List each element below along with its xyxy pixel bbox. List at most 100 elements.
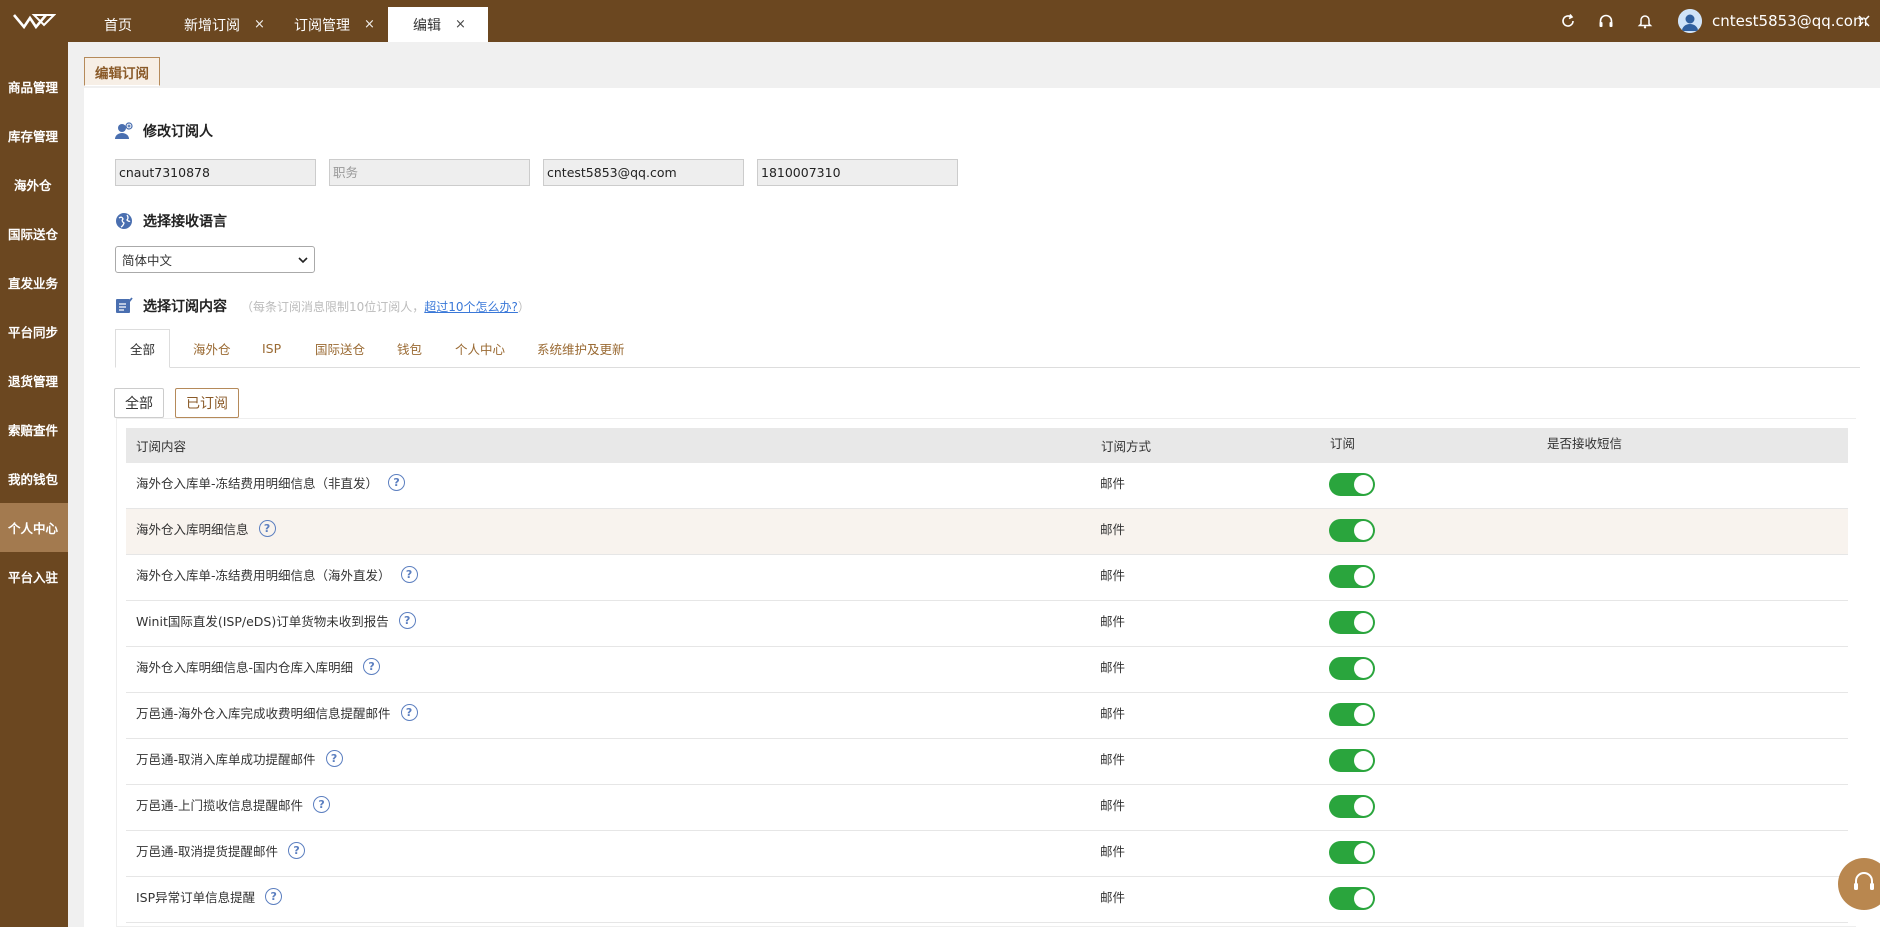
sidebar-item-returns[interactable]: 退货管理 [0, 356, 68, 405]
sidebar-item-label: 平台入驻 [8, 570, 59, 585]
sidebar-item-inventory[interactable]: 库存管理 [0, 111, 68, 160]
sidebar-item-wallet[interactable]: 我的钱包 [0, 454, 68, 503]
headset-icon [1851, 869, 1877, 899]
tab-wallet[interactable]: 钱包 [397, 329, 422, 368]
row-method: 邮件 [1100, 889, 1126, 905]
tab-home[interactable]: 首页 [104, 7, 132, 42]
subtab-all[interactable]: 全部 [114, 388, 164, 418]
subscribe-toggle[interactable] [1329, 565, 1375, 588]
chevron-down-icon [298, 252, 308, 267]
row-method: 邮件 [1100, 521, 1126, 537]
sidebar-item-label: 商品管理 [8, 80, 59, 95]
position-field[interactable] [329, 159, 530, 186]
tab-intl-delivery[interactable]: 国际送仓 [315, 329, 365, 368]
category-tabs: 全部 海外仓 ISP 国际送仓 钱包 个人中心 系统维护及更新 [115, 329, 1860, 368]
row-content: 万邑通-上门揽收信息提醒邮件 [136, 797, 304, 813]
table-row: 海外仓入库单-冻结费用明细信息（海外直发）? 邮件 [126, 555, 1848, 601]
subscribe-toggle[interactable] [1329, 749, 1375, 772]
close-icon[interactable]: × [364, 17, 375, 32]
name-field[interactable] [115, 159, 316, 186]
row-method: 邮件 [1100, 613, 1126, 629]
limit-hint: （每条订阅消息限制10位订阅人，超过10个怎么办?） [241, 298, 530, 315]
table-row: 海外仓入库明细信息-国内仓库入库明细? 邮件 [126, 647, 1848, 693]
refresh-icon[interactable] [1557, 10, 1579, 32]
tab-home-label: 首页 [104, 17, 132, 34]
close-icon[interactable]: × [254, 17, 265, 32]
logo-icon[interactable] [0, 0, 68, 42]
sidebar-item-label: 个人中心 [8, 521, 59, 536]
tab-system-maintenance[interactable]: 系统维护及更新 [537, 329, 625, 368]
row-method: 邮件 [1100, 567, 1126, 583]
sidebar-item-overseas-warehouse[interactable]: 海外仓 [0, 160, 68, 209]
edit-subscription-tag[interactable]: 编辑订阅 [84, 57, 160, 86]
row-method: 邮件 [1100, 475, 1126, 491]
header-content: 订阅内容 [136, 439, 187, 454]
help-icon[interactable]: ? [313, 795, 331, 813]
subscribe-toggle[interactable] [1329, 611, 1375, 634]
help-icon[interactable]: ? [400, 703, 418, 721]
sidebar-item-intl-delivery[interactable]: 国际送仓 [0, 209, 68, 258]
subscribe-toggle[interactable] [1329, 887, 1375, 910]
tab-subscription-manage[interactable]: 订阅管理 × [294, 7, 375, 42]
tab-edit[interactable]: 编辑 × [388, 7, 488, 42]
subscribe-toggle[interactable] [1329, 657, 1375, 680]
sidebar-item-label: 国际送仓 [8, 227, 59, 242]
subscribe-toggle[interactable] [1329, 841, 1375, 864]
row-method: 邮件 [1100, 843, 1126, 859]
header-subscribe: 订阅 [1330, 436, 1356, 451]
help-icon[interactable]: ? [363, 657, 381, 675]
tab-isp[interactable]: ISP [262, 329, 281, 368]
row-method: 邮件 [1100, 659, 1126, 675]
sidebar-item-label: 海外仓 [14, 178, 52, 193]
row-method: 邮件 [1100, 705, 1126, 721]
table-row: Winit国际直发(ISP/eDS)订单货物未收到报告? 邮件 [126, 601, 1848, 647]
hint-suffix: ） [517, 299, 530, 314]
table-row: 海外仓入库单-冻结费用明细信息（非直发）? 邮件 [126, 463, 1848, 509]
subscribe-toggle[interactable] [1329, 473, 1375, 496]
section-content: 选择订阅内容 （每条订阅消息限制10位订阅人，超过10个怎么办?） [115, 296, 530, 316]
tab-new-subscription[interactable]: 新增订阅 × [184, 7, 265, 42]
sidebar-item-platform-join[interactable]: 平台入驻 [0, 552, 68, 601]
sidebar-item-personal-center[interactable]: 个人中心 [0, 503, 68, 552]
help-icon[interactable]: ? [258, 519, 276, 537]
section-subscriber-title: 修改订阅人 [143, 124, 213, 140]
language-select[interactable]: 简体中文 [115, 246, 315, 273]
help-icon[interactable]: ? [288, 841, 306, 859]
help-icon[interactable]: ? [325, 749, 343, 767]
collapse-icon[interactable] [1853, 10, 1875, 32]
table-row: 万邑通-海外仓入库完成收费明细信息提醒邮件? 邮件 [126, 693, 1848, 739]
subtab-subscribed[interactable]: 已订阅 [175, 388, 239, 418]
help-icon[interactable]: ? [398, 611, 416, 629]
row-content: 海外仓入库单-冻结费用明细信息（非直发） [136, 475, 379, 491]
section-language: 选择接收语言 [115, 211, 227, 231]
user-menu[interactable]: cntest5853@qq.com [1678, 7, 1868, 35]
headset-icon[interactable] [1595, 10, 1617, 32]
top-bar: 首页 新增订阅 × 订阅管理 × 编辑 × cntest5853@qq.com [0, 0, 1880, 42]
tab-edit-label: 编辑 [413, 17, 441, 34]
sidebar-item-claims[interactable]: 索赔查件 [0, 405, 68, 454]
table-row: 海外仓入库明细信息? 邮件 [126, 509, 1848, 555]
user-email: cntest5853@qq.com [1712, 12, 1868, 30]
tab-personal-center[interactable]: 个人中心 [455, 329, 505, 368]
hint-link[interactable]: 超过10个怎么办? [424, 300, 518, 314]
help-icon[interactable]: ? [388, 473, 406, 491]
subscribe-toggle[interactable] [1329, 703, 1375, 726]
row-content: 海外仓入库单-冻结费用明细信息（海外直发） [136, 567, 391, 583]
list-check-icon [115, 297, 133, 315]
tab-all[interactable]: 全部 [115, 329, 171, 368]
subscribe-toggle[interactable] [1329, 519, 1375, 542]
help-icon[interactable]: ? [400, 565, 418, 583]
phone-field[interactable] [757, 159, 958, 186]
email-field[interactable] [543, 159, 744, 186]
sidebar-item-direct-shipping[interactable]: 直发业务 [0, 258, 68, 307]
close-icon[interactable]: × [455, 17, 466, 32]
tab-overseas-warehouse[interactable]: 海外仓 [193, 329, 231, 368]
subscribe-toggle[interactable] [1329, 795, 1375, 818]
table-row: 万邑通-取消入库单成功提醒邮件? 邮件 [126, 739, 1848, 785]
table-row: ISP异常订单信息提醒? 邮件 [126, 877, 1848, 923]
help-icon[interactable]: ? [265, 887, 283, 905]
section-language-title: 选择接收语言 [143, 214, 227, 230]
sidebar-item-products[interactable]: 商品管理 [0, 62, 68, 111]
sidebar-item-platform-sync[interactable]: 平台同步 [0, 307, 68, 356]
bell-icon[interactable] [1634, 10, 1656, 32]
